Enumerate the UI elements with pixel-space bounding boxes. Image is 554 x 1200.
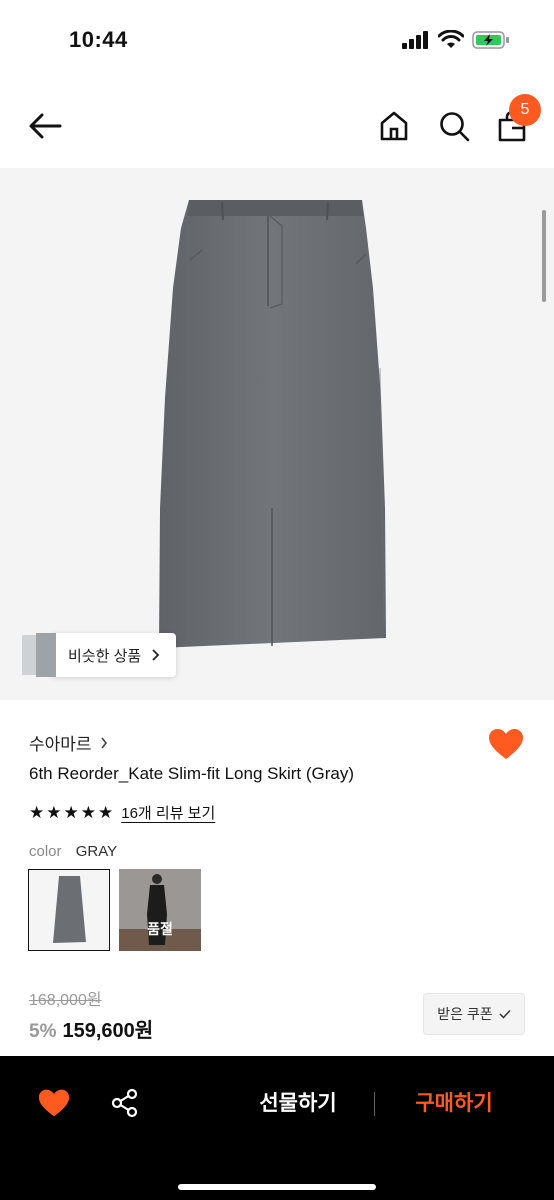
discount-rate: 5% bbox=[29, 1021, 57, 1042]
bottom-action-bar: 선물하기 구매하기 bbox=[0, 1056, 554, 1200]
image-scroll-indicator bbox=[542, 210, 546, 302]
star-icon: ★ bbox=[29, 803, 45, 822]
similar-products-label: 비슷한 상품 bbox=[68, 647, 142, 665]
battery-charging-icon bbox=[472, 31, 509, 49]
review-link[interactable]: 16개 리뷰 보기 bbox=[121, 802, 215, 823]
wishlist-button[interactable] bbox=[488, 728, 524, 760]
search-button[interactable] bbox=[436, 108, 472, 144]
coupon-button[interactable]: 받은 쿠폰 bbox=[423, 993, 525, 1035]
nav-bar bbox=[0, 84, 554, 168]
original-price: 168,000원 bbox=[29, 992, 102, 1009]
coupon-label: 받은 쿠폰 bbox=[437, 1006, 493, 1022]
cellular-signal-icon bbox=[402, 31, 428, 49]
rating-stars: ★ ★ ★ ★ ★ bbox=[29, 804, 113, 821]
chevron-right-icon bbox=[100, 737, 107, 748]
color-swatch-gray[interactable] bbox=[28, 869, 110, 951]
bottom-wishlist-button[interactable] bbox=[38, 1088, 70, 1118]
star-icon: ★ bbox=[80, 803, 96, 822]
buy-button[interactable]: 구매하기 bbox=[384, 1086, 524, 1122]
star-icon: ★ bbox=[98, 803, 114, 822]
similar-products-button[interactable]: 비슷한 상품 bbox=[52, 633, 177, 677]
wifi-icon bbox=[438, 30, 464, 48]
search-icon bbox=[440, 112, 470, 142]
product-image[interactable] bbox=[0, 168, 554, 700]
similar-products-thumbnails bbox=[22, 633, 58, 677]
share-button[interactable] bbox=[110, 1088, 140, 1118]
rating-row: ★ ★ ★ ★ ★ 16개 리뷰 보기 bbox=[29, 802, 215, 823]
price-row: 5% 159,600원 bbox=[29, 1014, 153, 1043]
brand-name: 수아마르 bbox=[29, 735, 92, 754]
gray-skirt-thumbnail bbox=[53, 876, 86, 943]
status-icons bbox=[402, 30, 510, 50]
heart-icon bbox=[38, 1089, 70, 1117]
skirt-image bbox=[159, 200, 386, 648]
back-arrow-icon bbox=[29, 113, 62, 139]
chevron-right-icon bbox=[152, 649, 160, 661]
home-icon bbox=[380, 111, 408, 141]
action-divider bbox=[374, 1092, 375, 1116]
home-indicator bbox=[178, 1184, 376, 1190]
cart-count-badge: 5 bbox=[509, 94, 541, 126]
status-time: 10:44 bbox=[69, 27, 128, 52]
color-row: color GRAY bbox=[29, 843, 117, 860]
back-button[interactable] bbox=[26, 108, 66, 144]
check-icon bbox=[499, 1009, 511, 1019]
brand-link[interactable]: 수아마르 bbox=[29, 730, 108, 755]
gift-button[interactable]: 선물하기 bbox=[228, 1086, 368, 1122]
status-bar: 10:44 bbox=[0, 0, 554, 84]
product-title: 6th Reorder_Kate Slim-fit Long Skirt (Gr… bbox=[29, 764, 355, 783]
heart-icon bbox=[489, 729, 523, 759]
star-icon: ★ bbox=[63, 803, 79, 822]
sale-price: 159,600원 bbox=[62, 1020, 154, 1042]
home-button[interactable] bbox=[376, 108, 412, 144]
star-icon: ★ bbox=[46, 803, 62, 822]
soldout-label: 품절 bbox=[147, 921, 173, 937]
share-icon bbox=[111, 1088, 138, 1118]
color-value: GRAY bbox=[75, 843, 118, 860]
color-swatch-black[interactable]: 품절 bbox=[119, 869, 201, 951]
color-label: color bbox=[29, 843, 62, 860]
similar-products-chip[interactable]: 비슷한 상품 bbox=[22, 632, 177, 678]
